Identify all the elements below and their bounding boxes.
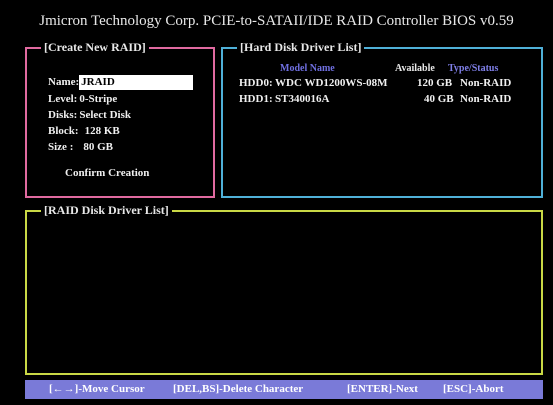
hdd-type: Non-RAID — [460, 77, 512, 89]
hdd-id: HDD1: — [239, 93, 273, 105]
col-model-header: Model Name — [280, 63, 335, 74]
help-move-cursor: [←→]-Move Cursor — [49, 383, 145, 395]
hdd-id: HDD0: — [239, 77, 273, 89]
hdd-available: 40 GB — [424, 93, 454, 105]
raid-list-panel-label: [RAID Disk Driver List] — [41, 203, 172, 218]
raid-list-panel: [RAID Disk Driver List] — [25, 203, 543, 375]
help-delete-character: [DEL,BS]-Delete Character — [173, 383, 304, 395]
size-field[interactable]: Size : 80 GB — [48, 141, 113, 153]
disks-value[interactable]: Select Disk — [79, 109, 131, 121]
col-available-header: Available — [395, 63, 435, 74]
level-label: Level: — [48, 93, 78, 105]
size-value[interactable]: 80 GB — [83, 141, 113, 153]
create-raid-panel: [Create New RAID] Name: JRAID Level: 0-Str… — [25, 40, 215, 198]
level-field[interactable]: Level: 0-Stripe — [48, 93, 117, 105]
hdd-type: Non-RAID — [460, 93, 512, 105]
block-field[interactable]: Block: 128 KB — [48, 125, 120, 137]
hdd-list-panel-label: [Hard Disk Driver List] — [237, 40, 365, 55]
hdd-model: ST340016A — [275, 93, 330, 105]
help-enter-next: [ENTER]-Next — [347, 383, 418, 395]
size-label: Size : — [48, 141, 74, 153]
name-input[interactable]: JRAID — [79, 75, 194, 90]
hdd-available: 120 GB — [417, 77, 453, 89]
disks-label: Disks: — [48, 109, 78, 121]
col-type-header: Type/Status — [448, 63, 499, 74]
disks-field[interactable]: Disks: Select Disk — [48, 109, 131, 121]
block-label: Block: — [48, 125, 79, 137]
help-esc-abort: [ESC]-Abort — [443, 383, 504, 395]
name-label: Name: — [48, 76, 80, 89]
bios-title: Jmicron Technology Corp. PCIE-to-SATAII/… — [39, 13, 514, 29]
block-value[interactable]: 128 KB — [85, 125, 120, 137]
name-field[interactable]: Name: JRAID — [48, 75, 194, 90]
confirm-creation-button[interactable]: Confirm Creation — [65, 167, 149, 179]
hdd-model: WDC WD1200WS-08M — [275, 77, 388, 89]
hdd-list-panel: [Hard Disk Driver List] Model Name Avail… — [221, 40, 543, 198]
key-help-bar: [←→]-Move Cursor [DEL,BS]-Delete Charact… — [25, 380, 543, 399]
level-value[interactable]: 0-Stripe — [79, 93, 117, 105]
create-raid-panel-label: [Create New RAID] — [41, 40, 149, 55]
